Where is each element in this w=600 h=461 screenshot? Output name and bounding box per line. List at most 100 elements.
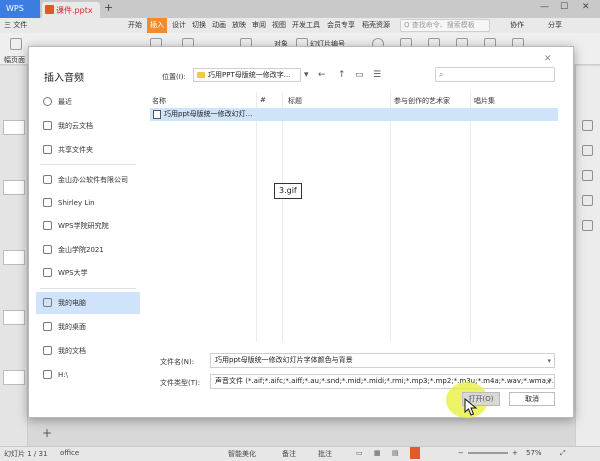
view-menu-icon[interactable]: ☰ [373, 70, 381, 80]
menu-animation[interactable]: 动画 [212, 18, 226, 33]
user-icon [43, 198, 52, 207]
slide-thumbnail[interactable] [3, 120, 25, 135]
location-dropdown-icon[interactable]: ▾ [304, 70, 309, 80]
column-header-number[interactable]: # [260, 96, 266, 104]
share-button[interactable]: 分享 [548, 18, 562, 33]
smart-beautify-button[interactable]: 智能美化 [228, 449, 256, 459]
settings-icon[interactable] [582, 195, 593, 206]
sidebar-item-shared-folder[interactable]: 共享文件夹 [36, 139, 140, 161]
mouse-cursor-icon [464, 398, 478, 416]
sidebar-item-drive-h[interactable]: H:\ [36, 364, 140, 386]
slide-thumbnail[interactable] [3, 310, 25, 325]
desktop-icon [43, 322, 52, 331]
up-folder-icon[interactable]: ↑ [338, 70, 346, 80]
slide-count: 幻灯片 1 / 31 [4, 450, 48, 458]
file-list-row[interactable]: 巧用ppt母版统一修改幻灯... [150, 108, 558, 121]
new-folder-icon[interactable]: ▭ [355, 70, 364, 80]
sidebar-item-user[interactable]: Shirley Lin [36, 192, 140, 214]
command-search-input[interactable]: Q 查找命令、搜索模板 [400, 19, 490, 32]
filetype-select[interactable]: 声音文件 (*.aif;*.aifc;*.aiff;*.au;*.snd;*.m… [210, 374, 555, 389]
chevron-down-icon[interactable]: ▾ [547, 355, 551, 367]
menu-design[interactable]: 设计 [172, 18, 186, 33]
menu-view[interactable]: 视图 [272, 18, 286, 33]
column-header-artist[interactable]: 参与创作的艺术家 [394, 96, 450, 106]
sidebar-item-label: H:\ [58, 371, 68, 379]
animation-pane-icon[interactable] [582, 170, 593, 181]
theme-name: office [60, 449, 80, 457]
document-tab[interactable]: 课件.pptx [42, 2, 100, 18]
column-header-title[interactable]: 标题 [288, 96, 302, 106]
sidebar-item-documents[interactable]: 我的文档 [36, 340, 140, 362]
app-tab[interactable]: WPS [0, 0, 40, 18]
slide-thumbnail[interactable] [3, 370, 25, 385]
location-combo[interactable]: 巧用PPT母版统一修改字... [193, 68, 301, 82]
sidebar-item-jinshan-2021[interactable]: 金山学院2021 [36, 239, 140, 261]
zoom-in-icon[interactable]: + [512, 449, 518, 457]
menu-home[interactable]: 开始 [128, 18, 142, 33]
new-tab-button[interactable]: + [104, 1, 116, 15]
column-header-album[interactable]: 唱片集 [474, 96, 495, 106]
sidebar-item-label: WPS学院研究院 [58, 222, 109, 230]
comment-button[interactable]: 批注 [318, 449, 332, 459]
sidebar-item-wps-university[interactable]: WPS大学 [36, 262, 140, 284]
zoom-out-icon[interactable]: − [458, 449, 464, 457]
sorter-view-icon[interactable]: ▦ [374, 449, 381, 457]
chevron-down-icon[interactable]: ▾ [547, 376, 551, 388]
menu-developer[interactable]: 开发工具 [292, 18, 320, 33]
sidebar-item-label: 我的电脑 [58, 299, 86, 307]
column-divider [390, 92, 391, 342]
menu-insert[interactable]: 插入 [147, 18, 167, 33]
column-divider [470, 92, 471, 342]
file-name: 巧用ppt母版统一修改幻灯... [164, 110, 253, 118]
column-header-name[interactable]: 名称 [152, 96, 166, 106]
dialog-search-input[interactable]: ⌕ [435, 67, 555, 82]
style-icon[interactable] [582, 145, 593, 156]
close-window-icon[interactable]: ✕ [582, 2, 590, 12]
normal-view-icon[interactable]: ▭ [356, 449, 363, 457]
sidebar-item-cloud-docs[interactable]: 我的云文档 [36, 115, 140, 137]
status-bar [0, 446, 600, 461]
ribbon-left-label: 幅页面 [4, 56, 25, 64]
menu-review[interactable]: 审阅 [252, 18, 266, 33]
location-value: 巧用PPT母版统一修改字... [208, 71, 291, 79]
sidebar-item-my-computer[interactable]: 我的电脑 [36, 292, 140, 314]
back-arrow-icon[interactable]: ← [318, 70, 326, 80]
sidebar-item-label: 我的文档 [58, 347, 86, 355]
sidebar-item-wps-academy[interactable]: WPS学院研究院 [36, 215, 140, 237]
dialog-close-icon[interactable]: ✕ [544, 54, 552, 64]
file-list[interactable] [148, 92, 558, 342]
sidebar-item-company[interactable]: 金山办公软件有限公司 [36, 169, 140, 191]
menu-member[interactable]: 会员专享 [327, 18, 355, 33]
folder-icon [197, 72, 205, 78]
building-icon [43, 245, 52, 254]
collab-button[interactable]: 协作 [510, 18, 524, 33]
menu-file[interactable]: 三 文件 [4, 18, 27, 33]
reading-view-icon[interactable]: ▤ [392, 449, 399, 457]
slide-thumbnail[interactable] [3, 250, 25, 265]
zoom-slider[interactable] [468, 452, 508, 454]
maximize-icon[interactable]: ☐ [560, 2, 568, 12]
menu-transition[interactable]: 切换 [192, 18, 206, 33]
menu-slideshow[interactable]: 放映 [232, 18, 246, 33]
filetype-value: 声音文件 (*.aif;*.aifc;*.aiff;*.au;*.snd;*.m… [215, 377, 555, 385]
menu-docer[interactable]: 稻壳资源 [362, 18, 390, 33]
sidebar-item-label: 我的云文档 [58, 122, 93, 130]
add-slide-icon[interactable]: + [42, 426, 52, 440]
filename-input[interactable]: 巧用ppt母版统一修改幻灯片字体颜色与背景 ▾ [210, 353, 555, 368]
sidebar-item-desktop[interactable]: 我的桌面 [36, 316, 140, 338]
page-icon[interactable] [10, 38, 22, 50]
document-tab-label: 课件.pptx [56, 6, 93, 15]
minimize-icon[interactable]: — [540, 2, 549, 12]
sidebar-item-label: Shirley Lin [58, 199, 95, 207]
play-slideshow-icon[interactable] [410, 447, 420, 459]
sidebar-item-recent[interactable]: 最近 [36, 91, 140, 113]
sidebar-item-label: 共享文件夹 [58, 146, 93, 154]
fit-window-icon[interactable]: ⤢ [560, 449, 566, 458]
properties-icon[interactable] [582, 120, 593, 131]
slide-thumbnail[interactable] [3, 180, 25, 195]
notes-button[interactable]: 备注 [282, 449, 296, 459]
zoom-level[interactable]: 57% [526, 449, 542, 457]
cloud-icon [43, 121, 52, 130]
cancel-button[interactable]: 取消 [509, 392, 555, 406]
more-icon[interactable] [582, 220, 593, 231]
